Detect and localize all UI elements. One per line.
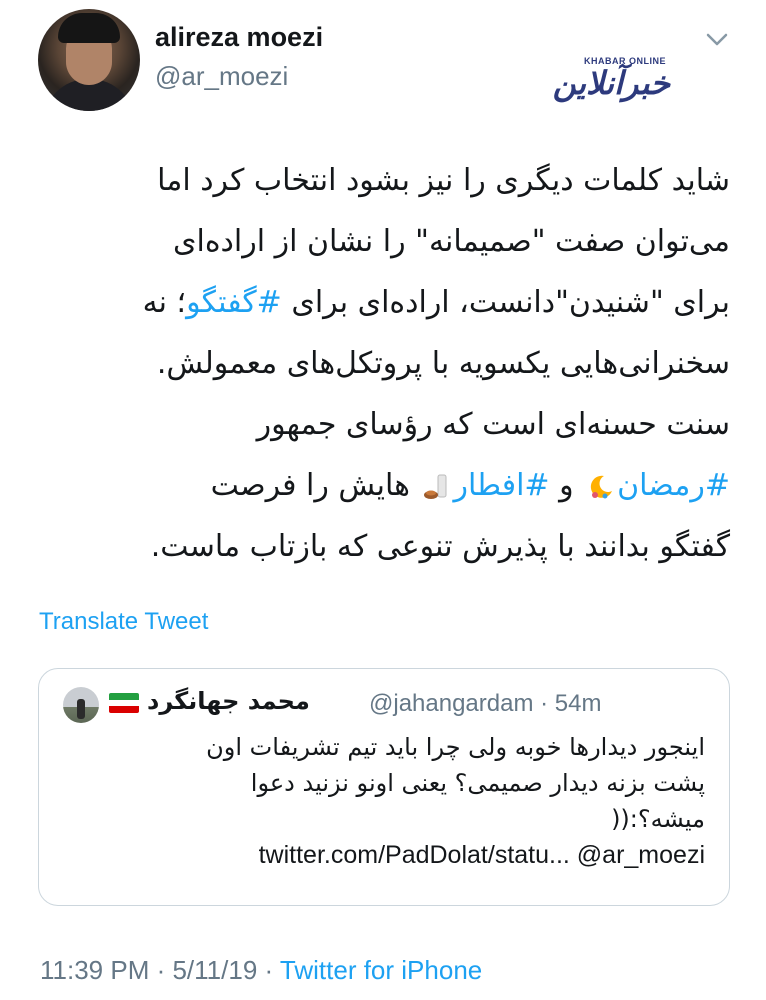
tweet-line: گفتگو بدانند با پذیرش تنوعی که بازتاب ما… bbox=[150, 529, 730, 564]
watermark-big-text: خبرآنلاین bbox=[552, 64, 670, 102]
tweet-line: می‌توان صفت "صمیمانه" را نشان از اراده‌ا… bbox=[173, 224, 730, 259]
tweet-line: برای "شنیدن"دانست، اراده‌ای برای #گفتگو؛… bbox=[40, 272, 730, 333]
quoted-tweet-line: میشه؟:(( bbox=[611, 805, 705, 833]
tweet-line: سنت حسنه‌ای است که رؤسای جمهور bbox=[256, 407, 730, 442]
author-handle[interactable]: @ar_moezi bbox=[155, 61, 288, 92]
tweet-line: #رمضان و #افطار هایش را فرصت bbox=[40, 455, 730, 516]
tweet-text-segment: برای "شنیدن"دانست، اراده‌ای برای bbox=[281, 285, 730, 320]
quoted-tweet-text: اینجور دیدارها خوبه ولی چرا باید تیم تشر… bbox=[63, 729, 705, 873]
translate-tweet-link[interactable]: Translate Tweet bbox=[39, 608, 208, 636]
tweet-text-segment: هایش را فرصت bbox=[210, 468, 420, 503]
author-display-name[interactable]: alireza moezi bbox=[155, 22, 323, 53]
author-avatar[interactable] bbox=[38, 9, 140, 111]
khabar-online-watermark: KHABAR ONLINE خبرآنلاین bbox=[548, 56, 674, 108]
quoted-tweet-link-line: twitter.com/PadDolat/statu... @ar_moezi bbox=[258, 841, 705, 869]
quoted-author-handle-time: @jahangardam · 54m bbox=[369, 690, 602, 717]
quoted-tweet-line: پشت بزنه دیدار صمیمی؟ یعنی اونو نزنید دع… bbox=[250, 769, 705, 797]
quoted-author-avatar[interactable] bbox=[63, 687, 99, 723]
tweet-text-segment: و bbox=[549, 468, 584, 503]
tweet-timestamp: 11:39 PM · 5/11/19 · bbox=[40, 955, 280, 985]
iftar-meal-emoji-icon bbox=[424, 474, 447, 499]
tweet-text-segment: ؛ نه bbox=[142, 285, 187, 320]
quoted-tweet-line: اینجور دیدارها خوبه ولی چرا باید تیم تشر… bbox=[206, 733, 705, 761]
tweet-footer: 11:39 PM · 5/11/19 · Twitter for iPhone bbox=[40, 955, 482, 986]
iran-flag-icon bbox=[109, 693, 139, 713]
tweet-line: سخنرانی‌هایی یکسویه با پروتکل‌های معمولش… bbox=[156, 346, 730, 381]
quoted-tweet-card[interactable]: محمد جهانگرد @jahangardam · 54m اینجور د… bbox=[38, 668, 730, 906]
avatar-hair bbox=[58, 13, 120, 43]
tweet-line: شاید کلمات دیگری را نیز بشود انتخاب کرد … bbox=[157, 163, 730, 198]
moon-emoji-icon bbox=[590, 475, 613, 498]
quoted-author-name: محمد جهانگرد bbox=[147, 687, 310, 715]
chevron-down-icon[interactable] bbox=[705, 30, 729, 50]
hashtag-iftar[interactable]: #افطار bbox=[453, 468, 549, 503]
tweet-source-link[interactable]: Twitter for iPhone bbox=[280, 955, 482, 985]
hashtag-ramadan[interactable]: #رمضان bbox=[617, 468, 730, 503]
avatar-figure bbox=[77, 699, 85, 719]
tweet-text: شاید کلمات دیگری را نیز بشود انتخاب کرد … bbox=[40, 150, 730, 577]
hashtag-goftogoo[interactable]: #گفتگو bbox=[186, 285, 282, 320]
